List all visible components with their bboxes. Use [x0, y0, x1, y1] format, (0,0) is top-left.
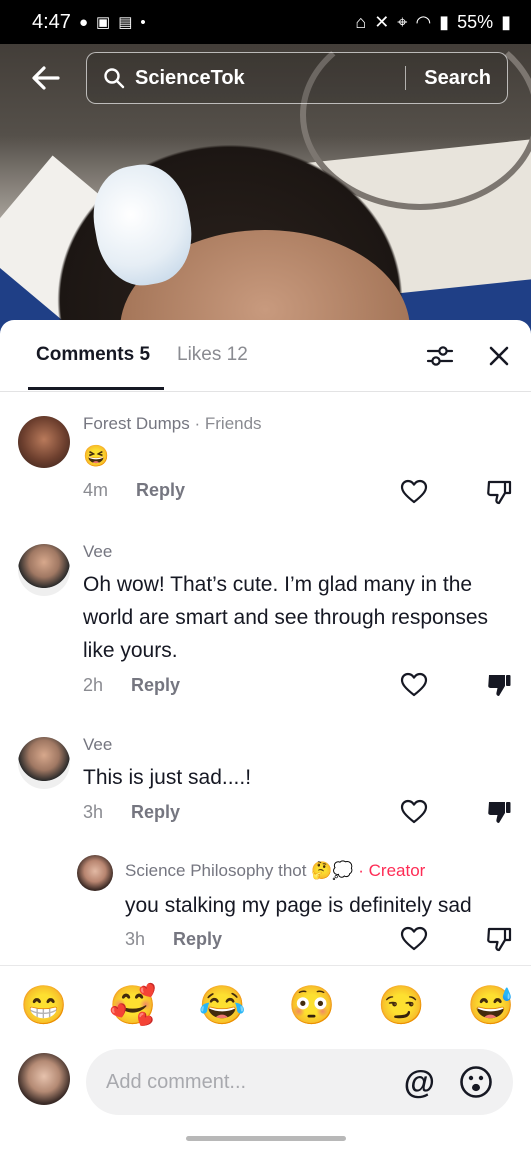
comment-text: Oh wow! That’s cute. I’m glad many in th…: [83, 573, 489, 662]
status-time: 4:47: [32, 10, 71, 33]
home-indicator[interactable]: [186, 1136, 346, 1141]
search-divider: [405, 66, 407, 90]
close-icon[interactable]: [487, 344, 511, 368]
mute-icon: ✕: [374, 11, 390, 32]
search-bar[interactable]: ScienceTok Search: [86, 52, 508, 104]
comment-author[interactable]: Forest Dumps · Friends: [83, 414, 262, 434]
chat-notification-icon: ●: [78, 13, 88, 31]
emoji-button[interactable]: 😁: [20, 984, 67, 1028]
reply-button[interactable]: Reply: [131, 802, 180, 823]
status-left: 4:47 ● ▣ ▤ •: [32, 11, 146, 34]
avatar[interactable]: [18, 544, 70, 596]
dislike-icon[interactable]: [486, 926, 512, 952]
gallery-notification-icon: ▤: [118, 14, 133, 31]
emoji-button[interactable]: 😅: [467, 984, 514, 1028]
author-name: Science Philosophy thot 🤔💭: [125, 861, 354, 880]
comment-tabs: Comments 5 Likes 12: [0, 320, 531, 392]
tab-comments[interactable]: Comments 5: [36, 344, 150, 366]
dislike-icon[interactable]: [486, 479, 512, 505]
emoji-button[interactable]: 😳: [288, 984, 335, 1028]
emoji-picker-icon[interactable]: [459, 1065, 493, 1099]
comment-time: 3h: [125, 929, 146, 949]
tab-likes[interactable]: Likes 12: [177, 344, 248, 366]
search-query[interactable]: ScienceTok: [135, 67, 405, 90]
avatar[interactable]: [18, 416, 70, 468]
comment-text: This is just sad....!: [83, 766, 252, 789]
comment-meta: 2h Reply: [83, 675, 180, 696]
like-heart-icon[interactable]: [400, 926, 428, 952]
dislike-icon-active[interactable]: [486, 672, 512, 698]
video-preview[interactable]: [0, 0, 531, 340]
avatar[interactable]: [77, 855, 113, 891]
my-avatar: [18, 1053, 70, 1105]
back-arrow-icon[interactable]: [28, 60, 64, 96]
comment-composer[interactable]: @: [86, 1049, 513, 1115]
emoji-button[interactable]: 😂: [199, 984, 246, 1028]
comment-time: 4m: [83, 480, 109, 500]
comment-meta: 3h Reply: [83, 802, 180, 823]
avatar[interactable]: [18, 737, 70, 789]
comment-author[interactable]: Science Philosophy thot 🤔💭 · Creator: [125, 861, 425, 881]
status-right: ⌂ ✕ ⌖ ◠ ▮ 55% ▮: [355, 12, 511, 33]
creator-tag: · Creator: [358, 861, 426, 880]
friends-tag: · Friends: [194, 414, 262, 433]
reply-button[interactable]: Reply: [131, 675, 180, 696]
comment-author[interactable]: Vee: [83, 542, 112, 562]
battery-icon: ▮: [501, 11, 511, 32]
author-name: Vee: [83, 735, 113, 754]
comment-time: 3h: [83, 802, 104, 822]
status-bar: 4:47 ● ▣ ▤ • ⌂ ✕ ⌖ ◠ ▮ 55% ▮: [0, 0, 531, 44]
filter-icon[interactable]: [426, 343, 454, 369]
like-heart-icon[interactable]: [400, 479, 428, 505]
comment-meta: 3h Reply: [125, 929, 222, 950]
mention-button[interactable]: @: [404, 1064, 435, 1101]
emoji-button[interactable]: 😏: [378, 984, 425, 1028]
comment-author[interactable]: Vee: [83, 735, 112, 755]
active-tab-indicator: [28, 387, 164, 390]
calendar-notification-icon: ▣: [96, 14, 111, 31]
comment-time: 2h: [83, 675, 104, 695]
comment-meta: 4m Reply: [83, 480, 185, 501]
author-name: Vee: [83, 542, 113, 561]
nfc-icon: ⌂: [355, 11, 367, 32]
author-name: Forest Dumps: [83, 414, 190, 433]
more-notifications-icon: •: [140, 13, 146, 31]
search-icon: [104, 68, 125, 89]
emoji-quick-bar: 😁 🥰 😂 😳 😏 😅: [0, 965, 531, 1045]
reply-button[interactable]: Reply: [136, 480, 185, 501]
location-icon: ⌖: [397, 11, 408, 32]
comment-input[interactable]: [106, 1070, 404, 1094]
wifi-icon: ◠: [415, 11, 432, 32]
like-heart-icon[interactable]: [400, 799, 428, 825]
search-button[interactable]: Search: [424, 67, 491, 90]
like-heart-icon[interactable]: [400, 672, 428, 698]
comment-text: 😆: [83, 445, 110, 468]
dislike-icon-active[interactable]: [486, 799, 512, 825]
comment-text: you stalking my page is definitely sad: [125, 894, 472, 917]
reply-button[interactable]: Reply: [173, 929, 222, 950]
signal-icon: ▮: [439, 11, 450, 32]
battery-text: 55%: [457, 11, 494, 32]
emoji-button[interactable]: 🥰: [109, 984, 156, 1028]
